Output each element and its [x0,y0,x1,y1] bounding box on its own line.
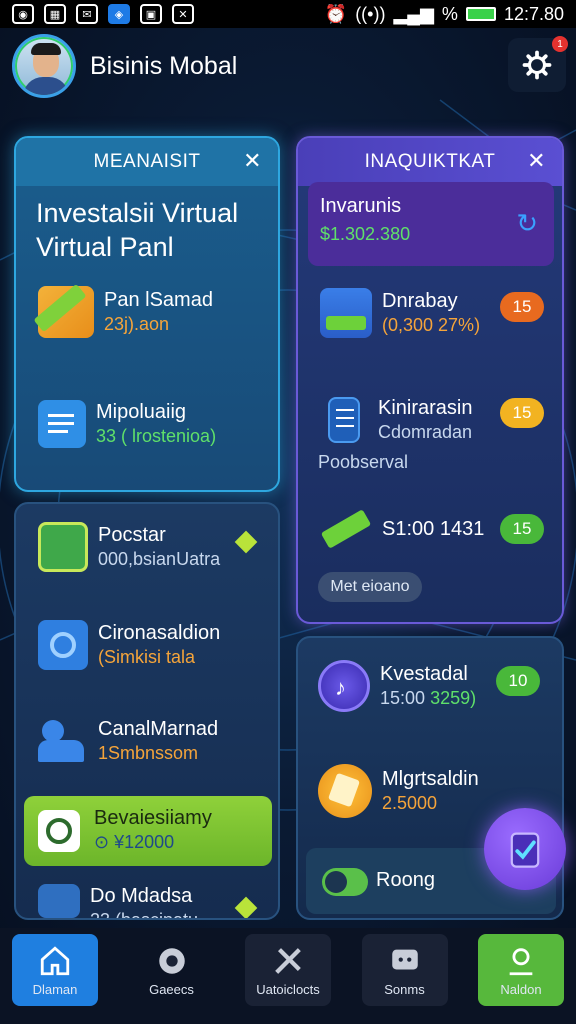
list-item[interactable]: S1:00 1431 [320,506,484,552]
list-document-icon [38,400,86,448]
item-extra: Poobserval [318,452,409,472]
image-icon: ▦ [44,4,66,24]
refresh-icon[interactable]: ↻ [516,208,538,239]
battery-percent: % [441,3,458,24]
signal-icon: ▂▄▆ [393,3,434,24]
list-item[interactable]: Mlgrtsaldin 2.5000 [318,764,479,818]
nav-games[interactable]: Gaeecs [129,934,215,1006]
count-badge: 15 [500,514,544,544]
toggle-label: Roong [376,869,435,891]
list-item[interactable]: Mipoluaiig 33 ( lrostenioa) [38,400,216,448]
tools-icon [275,947,301,974]
panel-title: Investalsii Virtual Virtual Panl [36,198,239,262]
diamond-icon [234,896,258,918]
gear-icon [522,50,552,80]
highlight-item[interactable]: Bevaiesiiamy ⊙ ¥12000 [24,796,272,866]
app-title: Bisinis Mobal [90,51,238,80]
wifi-icon: ((•)) [355,3,386,24]
panel-header: INAQUIKTKAT [364,151,496,172]
nav-home[interactable]: Dlaman [12,934,98,1006]
message-icon: ✉ [76,4,98,24]
list-item[interactable]: Pan lSamad 23j).aon [33,283,213,338]
document-icon [328,397,360,443]
growth-chart-icon [38,522,88,572]
notebook-pencil-icon [33,283,94,338]
activity-panel: Pocstar 000,bsianUatra Cironasaldion (Si… [14,502,280,920]
checklist-icon [510,832,540,868]
toggle-switch[interactable] [322,868,368,896]
close-icon[interactable]: ✕ [243,148,262,174]
notification-badge: 1 [552,36,568,52]
camera-icon [38,620,88,670]
chat-icon [391,949,418,969]
panel-header: MEANAISIT [93,151,201,172]
close-icon[interactable]: ✕ [527,148,546,174]
list-item[interactable]: Do Mdadsa 23 (bascinatu [38,884,198,918]
status-bar: ◉ ▦ ✉ ◈ ▣ ✕ ⏰ ((•)) ▂▄▆ % 12:7.80 [0,0,576,28]
scan-icon [38,810,80,852]
clock: 12:7.80 [503,3,564,24]
battery-icon [465,7,496,21]
count-badge: 15 [500,398,544,428]
fab-button[interactable] [484,808,566,890]
cash-icon [320,506,372,552]
count-badge: 10 [496,666,540,696]
home-icon [40,945,70,975]
bottom-nav: Dlaman Gaeecs Uatoiclocts Sonms Naldon [0,928,576,1024]
alarm-icon: ⏰ [324,3,348,24]
filter-chip[interactable]: Met eioano [318,572,422,602]
nav-chat[interactable]: Sonms [361,934,448,1006]
summary-card[interactable]: Invarunis $1.302.380 ↻ [308,182,554,266]
app-header: Bisinis Mobal [12,34,492,98]
list-item[interactable]: Cironasaldion (Simkisi tala [38,620,220,670]
nav-tools[interactable]: Uatoiclocts [245,934,331,1006]
investment-panel: MEANAISIT ✕ Investalsii Virtual Virtual … [14,136,280,492]
nav-profile[interactable]: Naldon [478,934,564,1006]
summary-panel: INAQUIKTKAT ✕ Invarunis $1.302.380 ↻ Dnr… [296,136,564,624]
coupon-icon [318,764,372,818]
music-icon: ♪ [318,660,370,712]
calendar-icon: ▣ [140,4,162,24]
app-icon: ◈ [108,4,130,24]
folder-icon [38,884,80,918]
notification-icon: ◉ [12,4,34,24]
profile-icon [509,947,533,975]
list-item[interactable]: Dnrabay (0,300 27%) [320,288,480,338]
bell-off-icon: ✕ [172,4,194,24]
wallet-icon [320,288,372,338]
users-icon [38,716,88,766]
avatar[interactable] [12,34,76,98]
diamond-icon [234,530,258,554]
list-item[interactable]: Pocstar 000,bsianUatra [38,522,220,572]
list-item[interactable]: Kinirarasin Cdomradan [328,396,472,444]
target-icon [158,947,185,974]
list-item[interactable]: CanalMarnad 1Smbnssom [38,716,218,766]
settings-button[interactable]: 1 [508,36,568,92]
count-badge: 15 [500,292,544,322]
list-item[interactable]: ♪ Kvestadal 15:00 3259) [318,660,476,712]
